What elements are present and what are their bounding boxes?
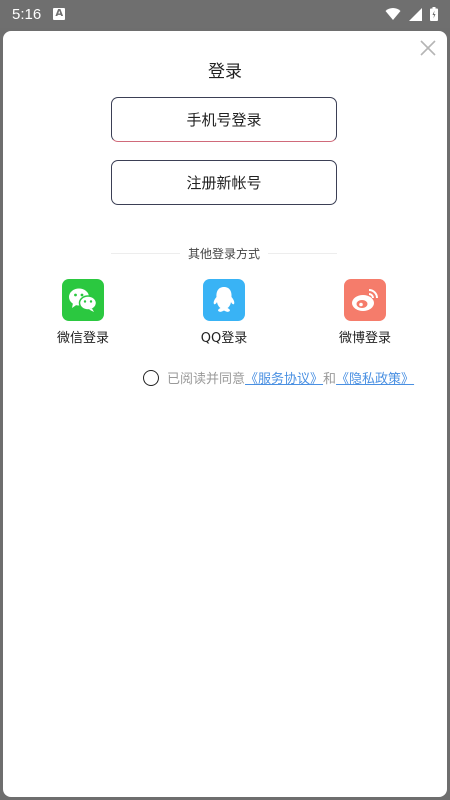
dialog-title: 登录 <box>208 62 242 82</box>
wechat-login-label: 微信登录 <box>56 331 109 346</box>
divider-line-left <box>111 253 180 254</box>
agreement-radio[interactable] <box>143 369 159 386</box>
wifi-icon <box>385 7 401 20</box>
qq-login-label: QQ登录 <box>200 331 248 346</box>
phone-login-button[interactable]: 手机号登录 <box>111 97 337 142</box>
other-methods-divider: 其他登录方式 <box>111 245 338 262</box>
weibo-login-label: 微博登录 <box>338 331 391 346</box>
qq-login-button[interactable]: QQ登录 <box>184 279 264 346</box>
weibo-icon <box>344 279 386 321</box>
wechat-login-button[interactable]: 微信登录 <box>43 279 123 346</box>
status-bar: 5:16 A <box>0 0 450 28</box>
privacy-policy-link[interactable]: 《隐私政策》 <box>336 368 414 387</box>
agreement-row: 已阅读并同意 《服务协议》 和 《隐私政策》 <box>143 368 414 387</box>
agreement-and: 和 <box>323 372 337 387</box>
login-dialog: 登录 手机号登录 注册新帐号 其他登录方式 微信登录 QQ登录 微博登录 已阅读… <box>3 31 447 797</box>
close-button[interactable] <box>417 37 439 59</box>
wechat-icon <box>62 279 104 321</box>
status-indicators <box>385 7 438 21</box>
other-methods-label: 其他登录方式 <box>188 247 261 261</box>
service-agreement-link[interactable]: 《服务协议》 <box>245 368 323 387</box>
notification-icon: A <box>53 8 66 20</box>
register-button[interactable]: 注册新帐号 <box>111 160 337 205</box>
signal-icon <box>409 7 422 21</box>
close-icon <box>420 40 436 56</box>
battery-icon <box>430 7 438 21</box>
agreement-prefix: 已阅读并同意 <box>167 372 246 387</box>
weibo-login-button[interactable]: 微博登录 <box>325 279 405 346</box>
divider-line-right <box>268 253 338 254</box>
qq-icon <box>203 279 245 321</box>
status-time: 5:16 <box>12 5 42 23</box>
